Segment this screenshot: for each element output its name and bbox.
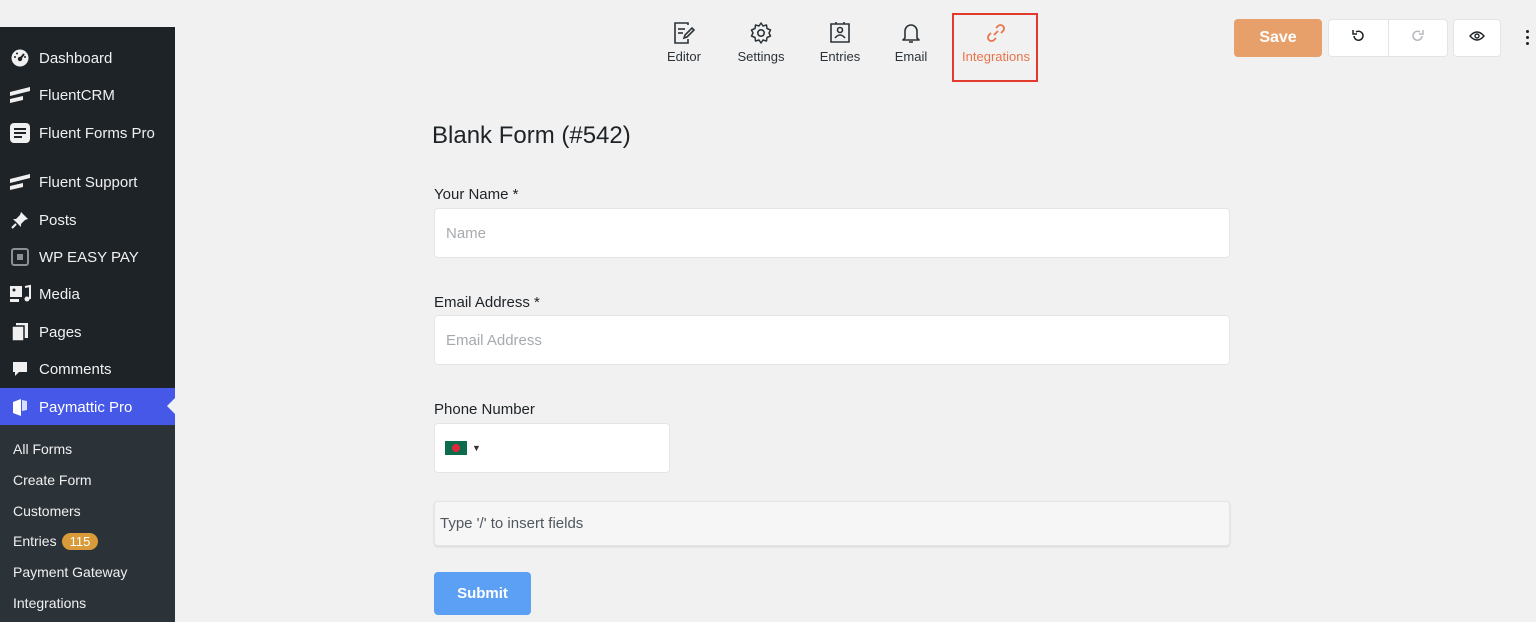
sidebar-item-pages[interactable]: Pages	[0, 314, 175, 350]
more-options-button[interactable]	[1521, 26, 1533, 48]
sidebar-item-label: Media	[39, 285, 80, 303]
phone-field-label: Phone Number	[434, 401, 535, 418]
comment-icon	[9, 358, 31, 380]
sidebar-item-label: Fluent Forms Pro	[39, 124, 155, 142]
submenu-payment-gateway[interactable]: Payment Gateway	[13, 562, 127, 582]
submit-button[interactable]: Submit	[434, 572, 531, 615]
phone-input[interactable]: ▼	[434, 423, 670, 473]
gear-icon	[749, 20, 773, 46]
redo-icon	[1411, 29, 1425, 48]
sidebar-item-paymattic-pro[interactable]: Paymattic Pro	[0, 388, 175, 426]
tab-editor[interactable]: Editor	[660, 20, 708, 70]
email-input[interactable]: Email Address	[434, 315, 1230, 365]
pin-icon	[9, 209, 31, 231]
sidebar-item-fluent-forms-pro[interactable]: Fluent Forms Pro	[0, 115, 175, 151]
tab-entries[interactable]: Entries	[815, 20, 865, 70]
entries-count-badge: 115	[61, 532, 99, 550]
integrations-highlight-box	[952, 13, 1038, 82]
sidebar-item-label: Paymattic Pro	[39, 398, 133, 416]
editor-icon	[673, 20, 695, 46]
submenu-integrations[interactable]: Integrations	[13, 593, 86, 613]
bell-icon	[900, 20, 922, 46]
form-title: Blank Form (#542)	[432, 122, 631, 149]
more-dot	[1525, 41, 1529, 45]
sidebar-item-label: Pages	[39, 323, 82, 341]
save-button[interactable]: Save	[1234, 19, 1322, 57]
tab-editor-label: Editor	[667, 49, 701, 64]
insert-field-hint: Type '/' to insert fields	[440, 515, 584, 532]
sidebar-item-label: WP EASY PAY	[39, 248, 139, 266]
sidebar-item-label: Dashboard	[39, 49, 113, 67]
sidebar-item-label: FluentCRM	[39, 86, 115, 104]
name-input[interactable]: Name	[434, 208, 1230, 258]
fluent-support-icon	[9, 171, 31, 193]
fluent-forms-icon	[9, 122, 31, 144]
submenu-entries-label: Entries	[13, 533, 57, 549]
media-icon	[9, 283, 31, 305]
dashboard-icon	[9, 47, 31, 69]
sidebar-item-comments[interactable]: Comments	[0, 351, 175, 387]
history-button-group	[1328, 19, 1448, 57]
sidebar-item-media[interactable]: Media	[0, 276, 175, 312]
fluentcrm-icon	[9, 84, 31, 106]
submenu-entries[interactable]: Entries 115	[13, 531, 99, 551]
email-field-label: Email Address *	[434, 294, 540, 311]
undo-icon	[1351, 29, 1365, 48]
name-placeholder: Name	[446, 224, 487, 242]
sidebar-item-fluentcrm[interactable]: FluentCRM	[0, 77, 175, 113]
tab-entries-label: Entries	[819, 49, 861, 64]
more-dot	[1525, 29, 1529, 33]
sidebar-item-fluent-support[interactable]: Fluent Support	[0, 164, 175, 200]
pages-icon	[9, 321, 31, 343]
sidebar-item-label: Comments	[39, 360, 112, 378]
preview-button[interactable]	[1453, 19, 1501, 57]
tab-settings[interactable]: Settings	[732, 20, 790, 70]
eye-icon	[1469, 29, 1485, 47]
caret-down-icon[interactable]: ▼	[472, 443, 481, 453]
redo-button[interactable]	[1389, 20, 1448, 56]
sidebar-item-posts[interactable]: Posts	[0, 202, 175, 238]
sidebar-item-label: Posts	[39, 211, 77, 229]
paymattic-icon	[9, 396, 31, 418]
submenu-create-form[interactable]: Create Form	[13, 470, 92, 490]
more-dot	[1525, 35, 1529, 39]
sidebar-item-label: Fluent Support	[39, 173, 138, 191]
submenu-all-forms[interactable]: All Forms	[13, 439, 72, 459]
paymattic-submenu: All Forms Create Form Customers Entries …	[0, 425, 175, 622]
insert-field-input[interactable]: Type '/' to insert fields	[434, 501, 1230, 546]
undo-button[interactable]	[1329, 20, 1389, 56]
entries-icon	[829, 20, 851, 46]
sidebar-item-wp-easy-pay[interactable]: WP EASY PAY	[0, 239, 175, 275]
tab-email-label: Email	[894, 49, 928, 64]
submenu-customers[interactable]: Customers	[13, 501, 81, 521]
name-field-label: Your Name *	[434, 186, 519, 203]
sidebar-item-dashboard[interactable]: Dashboard	[0, 40, 175, 76]
email-placeholder: Email Address	[446, 331, 542, 349]
tab-settings-label: Settings	[737, 49, 785, 64]
wp-easy-pay-icon	[9, 246, 31, 268]
bangladesh-flag-icon[interactable]	[445, 441, 467, 455]
tab-email[interactable]: Email	[889, 20, 933, 70]
